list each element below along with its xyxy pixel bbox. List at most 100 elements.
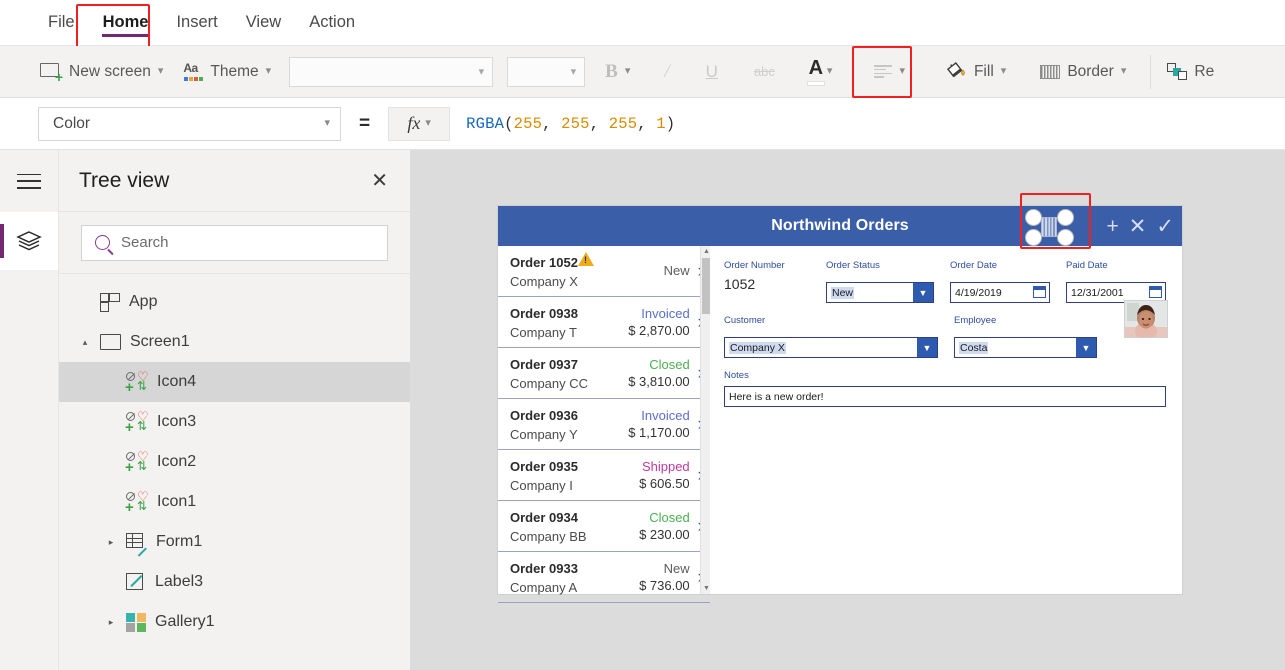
fill-label: Fill (973, 62, 994, 80)
fill-button[interactable]: Fill ▾ (937, 53, 1016, 91)
field-paid-date: Paid Date 12/31/2001 (1066, 260, 1166, 303)
scroll-up-icon[interactable]: ▲ (703, 248, 710, 255)
tree-item-label3[interactable]: Label3 (59, 562, 410, 602)
tree-item-screen1[interactable]: ▴ Screen1 (59, 322, 410, 362)
notes-input[interactable]: Here is a new order! (724, 386, 1166, 407)
order-status-select[interactable]: New ▼ (826, 282, 934, 303)
formula-input[interactable]: RGBA(255, 255, 255, 1) (466, 115, 675, 133)
resize-handle-bottom-right[interactable] (1057, 229, 1074, 246)
search-icon (95, 235, 110, 250)
reorder-button[interactable]: Re (1157, 53, 1224, 91)
resize-handle-bottom-left[interactable] (1025, 229, 1042, 246)
formula-bar: Color ▾ = fx ▾ RGBA(255, 255, 255, 1) (0, 98, 1285, 150)
expand-caret-icon[interactable]: ▸ (105, 617, 117, 628)
order-date-value: 4/19/2019 (955, 286, 1002, 299)
field-order-number: Order Number 1052 (724, 260, 810, 303)
bold-button[interactable]: B ▾ (595, 53, 640, 91)
field-label: Paid Date (1066, 260, 1108, 271)
cancel-icon[interactable]: ✕ (1129, 216, 1147, 237)
gallery-row-left: Order 0937 Company CC (510, 356, 588, 391)
font-color-swatch (806, 80, 825, 86)
formula-token: ( (504, 114, 514, 133)
tree-item-icon2[interactable]: ♡ + ⇅ Icon2 (59, 442, 410, 482)
screen-icon (100, 334, 121, 350)
orders-gallery: Order 1052Company XNew›Order 0938Company… (498, 246, 710, 603)
reorder-label: Re (1194, 62, 1215, 80)
chevron-down-icon[interactable]: ▼ (917, 338, 937, 357)
menu-item-action[interactable]: Action (295, 0, 369, 41)
field-customer: Customer Company X ▼ (724, 315, 938, 358)
chevron-down-icon[interactable]: ▼ (913, 283, 933, 302)
italic-button[interactable]: / (654, 53, 679, 91)
barcode-icon (1041, 217, 1057, 237)
expand-caret-icon[interactable]: ▸ (105, 537, 117, 548)
align-button[interactable]: ▾ (864, 53, 915, 91)
search-input[interactable]: Search (81, 224, 388, 261)
gallery-row[interactable]: Order 0935Company IShipped$ 606.50› (498, 450, 710, 501)
new-screen-button[interactable]: + New screen ▾ (30, 53, 173, 91)
scroll-down-icon[interactable]: ▼ (703, 585, 710, 592)
scrollbar-thumb[interactable] (702, 258, 710, 314)
menu-item-insert[interactable]: Insert (162, 0, 231, 41)
order-id: Order 0934 (510, 509, 578, 525)
add-icon[interactable]: + (1107, 216, 1119, 237)
menu-bar: File Home Insert View Action (0, 0, 1285, 46)
tree-item-gallery1[interactable]: ▸ Gallery1 (59, 602, 410, 642)
selected-canvas-icon[interactable] (1019, 208, 1079, 246)
calendar-icon[interactable] (1033, 286, 1046, 298)
underline-icon: U (705, 61, 718, 81)
order-date-input[interactable]: 4/19/2019 (950, 282, 1050, 303)
menu-toggle-button[interactable] (0, 150, 58, 212)
order-id: Order 0933 (510, 560, 578, 576)
font-color-button[interactable]: A (799, 53, 833, 91)
field-employee: Employee Costa ▼ (954, 315, 1097, 358)
strikethrough-button[interactable]: abc (744, 53, 785, 91)
theme-button[interactable]: Aa Theme ▾ (173, 53, 281, 91)
status-badge: New (663, 262, 690, 278)
font-size-select[interactable]: ▾ (507, 56, 586, 87)
menu-item-file[interactable]: File (34, 0, 89, 41)
menu-item-label: Home (102, 13, 149, 31)
field-label: Order Status (826, 260, 880, 271)
employee-value: Costa (959, 341, 989, 354)
menu-item-home[interactable]: Home (89, 0, 163, 41)
underline-button[interactable]: U (696, 53, 728, 91)
gallery-row[interactable]: Order 0936Company YInvoiced$ 1,170.00› (498, 399, 710, 450)
customer-select[interactable]: Company X ▼ (724, 337, 938, 358)
border-button[interactable]: Border ▾ (1030, 53, 1136, 91)
property-select[interactable]: Color ▾ (38, 106, 341, 141)
close-icon[interactable]: ✕ (371, 171, 388, 191)
resize-handle-top-left[interactable] (1025, 209, 1042, 226)
expand-caret-icon[interactable]: ▴ (79, 337, 91, 348)
status-badge: Invoiced (641, 306, 690, 321)
chevron-down-icon[interactable]: ▼ (1076, 338, 1096, 357)
gallery-row[interactable]: Order 0934Company BBClosed$ 230.00› (498, 501, 710, 552)
field-label: Employee (954, 315, 997, 326)
reorder-icon (1167, 62, 1188, 81)
resize-handle-top-right[interactable] (1057, 209, 1074, 226)
menu-item-view[interactable]: View (232, 0, 295, 41)
formula-token: , (637, 114, 657, 133)
panel-title: Tree view (79, 168, 170, 192)
fx-button[interactable]: fx ▾ (388, 106, 451, 141)
confirm-icon[interactable]: ✓ (1156, 216, 1174, 237)
tree-item-icon3[interactable]: ♡ + ⇅ Icon3 (59, 402, 410, 442)
formula-token: RGBA (466, 114, 505, 133)
gallery-row[interactable]: Order 0938Company TInvoiced$ 2,870.00› (498, 297, 710, 348)
employee-select[interactable]: Costa ▼ (954, 337, 1097, 358)
tree-item-icon4[interactable]: ♡ + ⇅ Icon4 (59, 362, 410, 402)
calendar-icon[interactable] (1149, 286, 1162, 298)
gallery-row-left: Order 1052 Company X (510, 251, 594, 289)
rail-item-tree-view[interactable] (0, 212, 58, 270)
gallery-row[interactable]: Order 0937Company CCClosed$ 3,810.00› (498, 348, 710, 399)
tree-item-icon1[interactable]: ♡ + ⇅ Icon1 (59, 482, 410, 522)
field-label: Notes (724, 370, 749, 381)
font-family-select[interactable]: ▾ (289, 56, 494, 87)
tree-item-icon-wrap: ♡ + ⇅ (125, 450, 149, 475)
tree-item-app[interactable]: App (59, 282, 410, 322)
gallery-row[interactable]: Order 1052Company XNew› (498, 246, 710, 297)
order-id: Order 0935 (510, 458, 578, 474)
tree-item-form1[interactable]: ▸ Form1 (59, 522, 410, 562)
gallery-row[interactable]: Order 0933Company ANew$ 736.00› (498, 552, 710, 603)
gallery-scrollbar[interactable]: ▲ ▼ (700, 246, 710, 594)
